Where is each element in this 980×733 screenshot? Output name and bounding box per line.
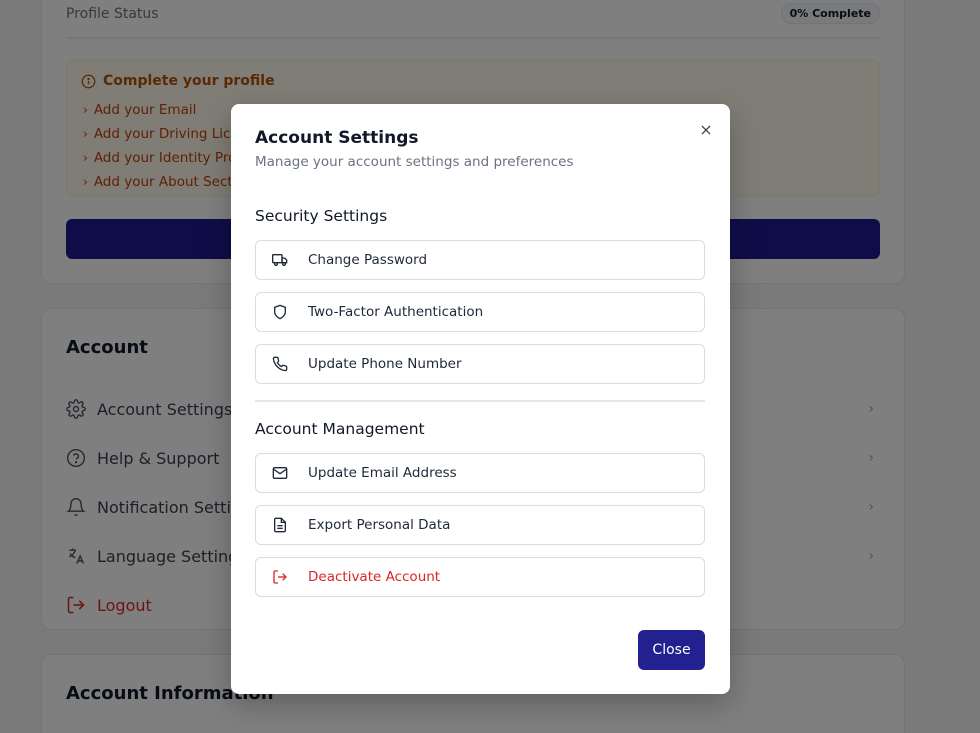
close-button[interactable]: Close	[638, 630, 705, 670]
logout-icon	[273, 570, 287, 584]
export-data-button[interactable]: Export Personal Data	[255, 505, 705, 545]
modal-subtitle: Manage your account settings and prefere…	[255, 154, 574, 170]
deactivate-account-button[interactable]: Deactivate Account	[255, 557, 705, 597]
option-label: Export Personal Data	[308, 517, 451, 533]
two-factor-auth-button[interactable]: Two-Factor Authentication	[255, 292, 705, 332]
mail-icon	[272, 467, 288, 479]
option-label: Change Password	[308, 252, 428, 268]
phone-icon	[272, 356, 288, 372]
close-icon[interactable]	[696, 120, 716, 140]
option-label: Update Phone Number	[308, 356, 462, 372]
option-label: Two-Factor Authentication	[308, 304, 484, 320]
update-email-button[interactable]: Update Email Address	[255, 453, 705, 493]
shield-icon	[274, 304, 286, 320]
option-label: Update Email Address	[308, 465, 457, 481]
account-management-heading: Account Management	[255, 420, 425, 438]
change-password-button[interactable]: Change Password	[255, 240, 705, 280]
document-icon	[274, 517, 286, 533]
divider	[255, 400, 705, 402]
security-settings-heading: Security Settings	[255, 207, 388, 225]
update-phone-button[interactable]: Update Phone Number	[255, 344, 705, 384]
modal-title: Account Settings	[255, 128, 419, 148]
option-label: Deactivate Account	[308, 569, 441, 585]
account-settings-modal: Account Settings Manage your account set…	[231, 104, 730, 694]
truck-icon	[272, 254, 288, 266]
